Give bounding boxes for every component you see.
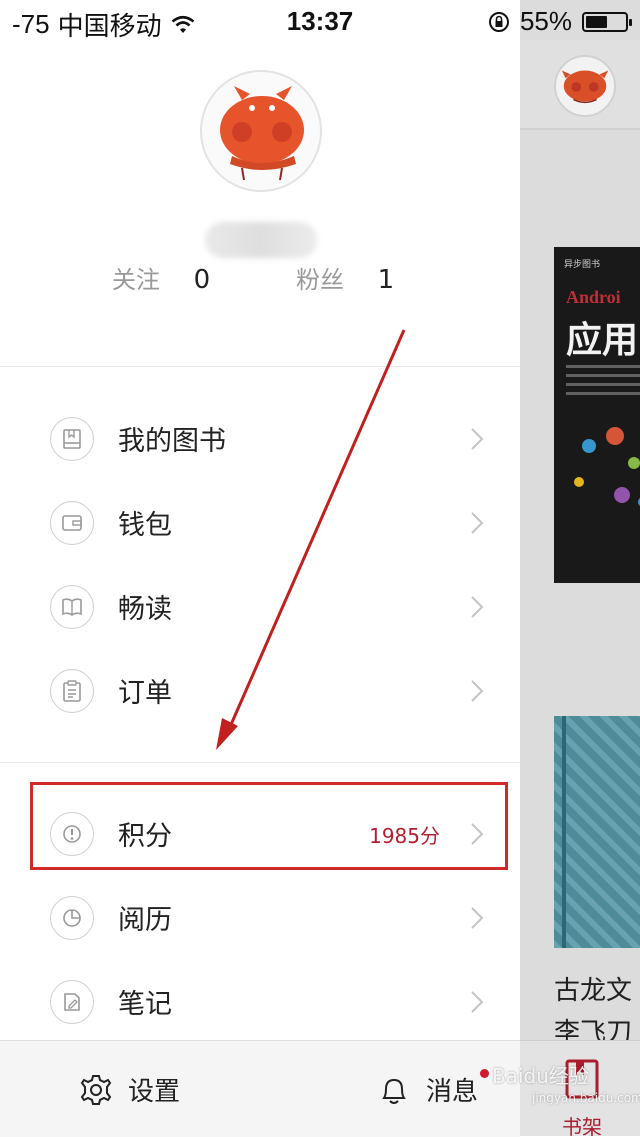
menu-item-reading-history[interactable]: 阅历 [0, 876, 520, 960]
note-edit-icon [50, 980, 94, 1024]
divider [0, 762, 520, 763]
wallet-icon [50, 501, 94, 545]
followers-label: 粉丝 [296, 266, 344, 294]
menu-label: 订单 [118, 678, 172, 709]
chevron-right-icon [471, 991, 484, 1013]
menu-item-unlimited-reading[interactable]: 畅读 [0, 565, 520, 649]
clipboard-icon [50, 669, 94, 713]
side-drawer: 关注 0 粉丝 1 我的图书 钱包 畅读 订单 积分 1985分 阅历 笔记 设… [0, 0, 520, 1137]
watermark-sub: jingyan.baidu.com [532, 1091, 640, 1105]
drawer-bottom-bar: 设置 消息 [0, 1040, 520, 1137]
avatar-mascot-icon [220, 86, 304, 181]
followers-count: 1 [377, 265, 395, 295]
pie-chart-icon [50, 896, 94, 940]
book-icon [50, 417, 94, 461]
settings-button[interactable]: 设置 [78, 1071, 180, 1108]
menu-item-orders[interactable]: 订单 [0, 649, 520, 733]
watermark-text: Baidu经验 [492, 1064, 589, 1088]
following-label: 关注 [112, 266, 160, 294]
annotation-highlight-box [30, 782, 508, 870]
menu-item-wallet[interactable]: 钱包 [0, 481, 520, 565]
battery-fill [586, 15, 607, 28]
messages-button[interactable]: 消息 [376, 1071, 478, 1108]
open-book-icon [50, 585, 94, 629]
following-stat[interactable]: 关注 0 [112, 260, 210, 295]
watermark: Baidu经验 jingyan.baidu.com [492, 1060, 640, 1105]
chevron-right-icon [471, 428, 484, 450]
divider [0, 366, 520, 367]
settings-label: 设置 [128, 1077, 181, 1107]
menu-label: 我的图书 [118, 426, 226, 457]
messages-label: 消息 [426, 1077, 479, 1107]
battery-icon [582, 11, 632, 32]
rotation-lock-icon [488, 11, 509, 32]
menu-label: 阅历 [118, 905, 172, 936]
bell-icon [382, 1078, 406, 1104]
chevron-right-icon [471, 907, 484, 929]
status-bar: -75 中国移动 13:37 55% [0, 0, 640, 41]
menu-label: 笔记 [118, 989, 172, 1020]
gear-icon [80, 1074, 112, 1105]
menu-item-my-books[interactable]: 我的图书 [0, 397, 520, 481]
following-count: 0 [193, 265, 211, 295]
menu-label: 畅读 [118, 594, 172, 625]
chevron-right-icon [471, 596, 484, 618]
unread-badge [480, 1069, 489, 1078]
background-dim-overlay [520, 0, 640, 1136]
chevron-right-icon [471, 512, 484, 534]
background-app[interactable]: 异步图书 Androi 应用 古龙文 李飞刀 书架 [520, 0, 640, 1136]
user-avatar[interactable] [200, 70, 322, 192]
followers-stat[interactable]: 粉丝 1 [296, 260, 394, 295]
username-blurred [205, 222, 317, 258]
chevron-right-icon [471, 680, 484, 702]
battery-percent: 55% [519, 6, 572, 36]
menu-label: 钱包 [118, 510, 172, 541]
menu-item-notes[interactable]: 笔记 [0, 960, 520, 1044]
